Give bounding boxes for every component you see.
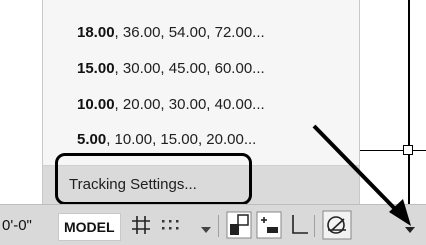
annotation-arrow [312, 124, 411, 226]
